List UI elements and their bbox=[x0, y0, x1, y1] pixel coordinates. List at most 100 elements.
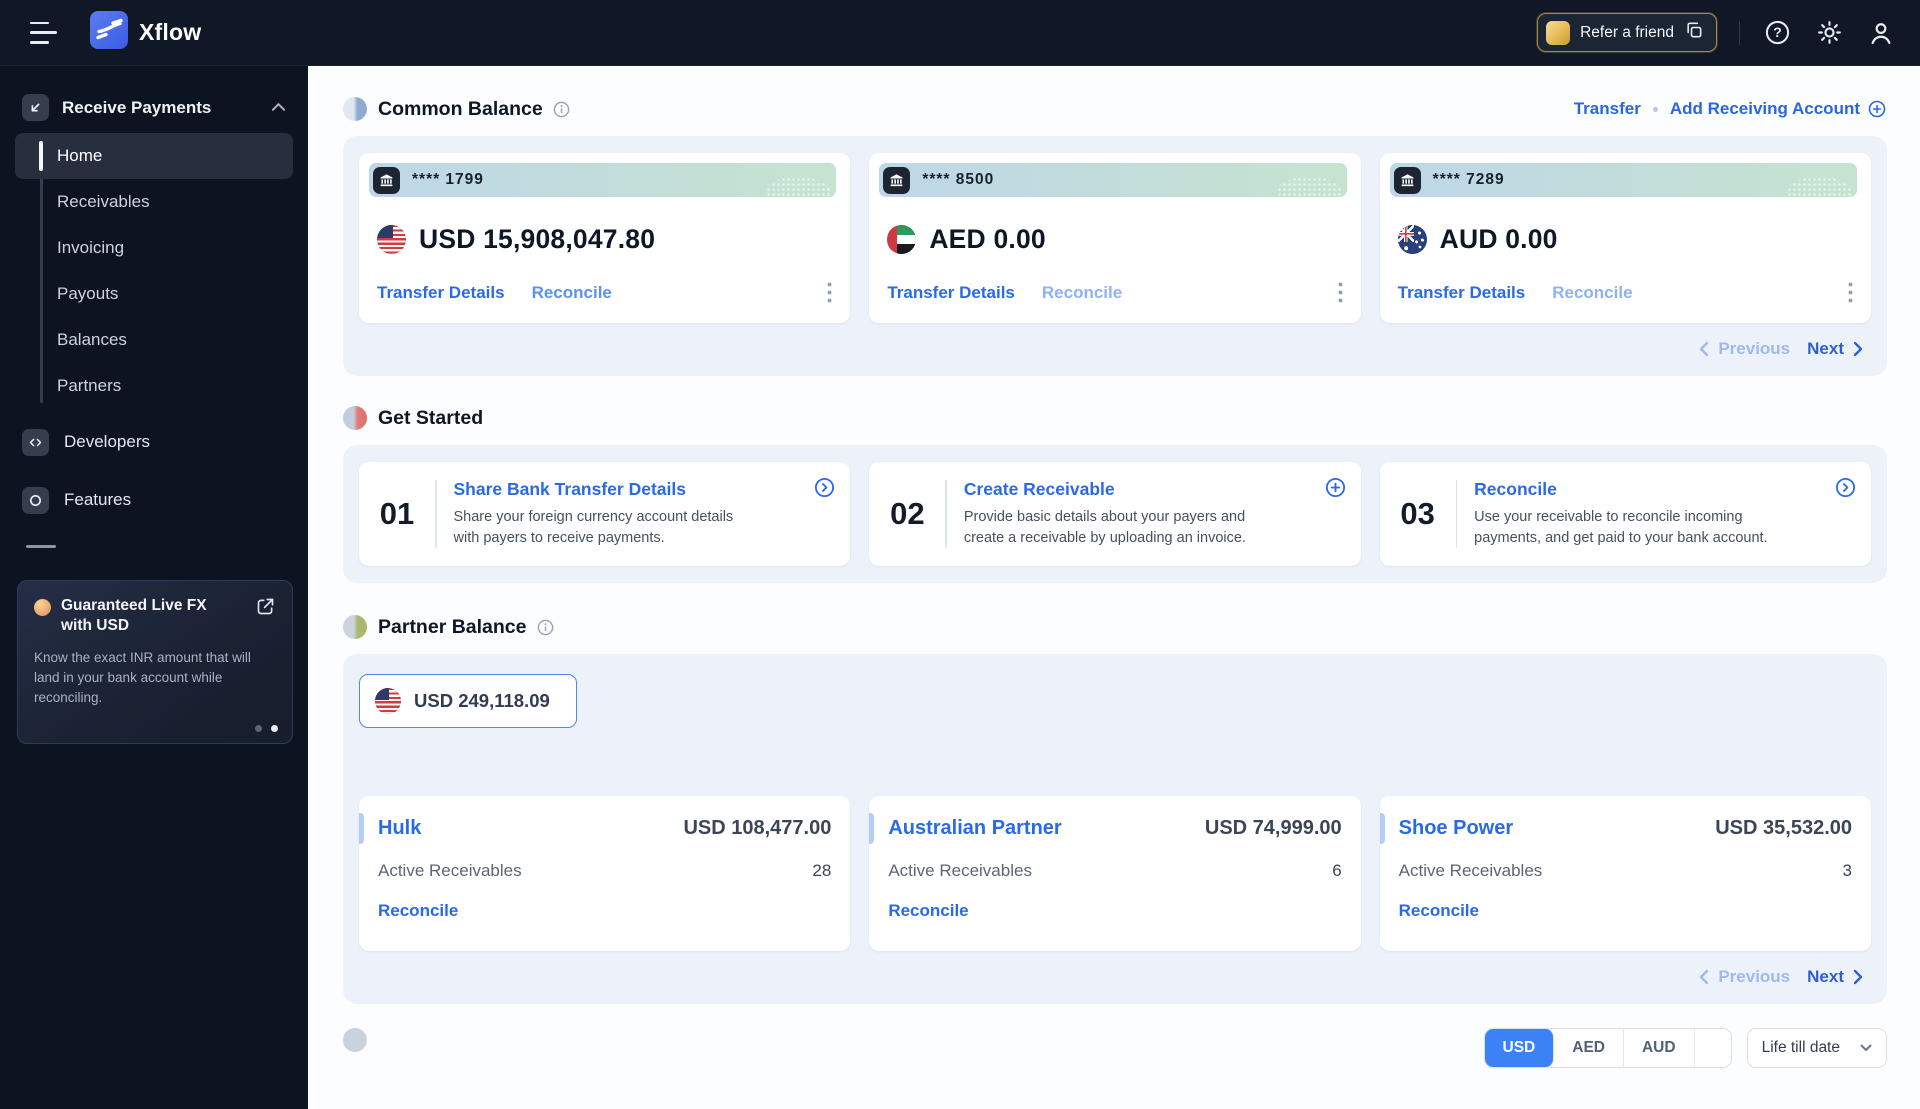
partner-accent-bar bbox=[359, 813, 364, 844]
sidebar-section-receive-payments[interactable]: Receive Payments bbox=[0, 94, 308, 121]
promo-card-guaranteed-fx[interactable]: Guaranteed Live FX with USD Know the exa… bbox=[17, 580, 293, 744]
step-title-link[interactable]: Reconcile bbox=[1474, 479, 1779, 500]
kebab-menu-icon[interactable] bbox=[1338, 282, 1343, 303]
sidebar-item-partners[interactable]: Partners bbox=[15, 363, 293, 409]
date-range-dropdown[interactable]: Life till date bbox=[1746, 1028, 1887, 1068]
au-flag-icon bbox=[1397, 225, 1427, 254]
transfer-link[interactable]: Transfer bbox=[1574, 99, 1641, 119]
partner-amount: USD 74,999.00 bbox=[1204, 817, 1342, 839]
svg-text:?: ? bbox=[1773, 24, 1782, 40]
sidebar-item-balances[interactable]: Balances bbox=[15, 317, 293, 363]
reconcile-link[interactable]: Reconcile bbox=[378, 901, 458, 921]
hamburger-menu-icon[interactable] bbox=[30, 21, 60, 44]
settings-gear-icon[interactable] bbox=[1814, 18, 1844, 48]
reconcile-link[interactable]: Reconcile bbox=[1552, 283, 1632, 303]
brand[interactable]: Xflow bbox=[90, 11, 201, 54]
bank-icon bbox=[1393, 166, 1421, 194]
previous-button[interactable]: Previous bbox=[1699, 967, 1790, 987]
active-receivables-label: Active Receivables bbox=[888, 861, 1032, 880]
sidebar-item-receivables[interactable]: Receivables bbox=[15, 179, 293, 225]
step-title-link[interactable]: Create Receivable bbox=[964, 479, 1269, 500]
promo-body: Know the exact INR amount that will land… bbox=[34, 649, 251, 706]
sidebar-item-developers[interactable]: Developers bbox=[0, 417, 308, 467]
reconcile-link[interactable]: Reconcile bbox=[1042, 283, 1122, 303]
balance-amount: AUD 0.00 bbox=[1439, 224, 1558, 254]
chevron-circle-icon[interactable] bbox=[1834, 476, 1857, 504]
currency-toggle-usd[interactable]: USD bbox=[1484, 1029, 1555, 1067]
currency-toggle-aud[interactable]: AUD bbox=[1624, 1029, 1695, 1067]
sidebar-item-home[interactable]: Home bbox=[15, 133, 293, 179]
sidebar-divider bbox=[26, 545, 56, 548]
refer-a-friend-button[interactable]: Refer a friend bbox=[1537, 13, 1717, 52]
kebab-menu-icon[interactable] bbox=[1848, 282, 1853, 303]
info-icon[interactable] bbox=[536, 618, 555, 637]
chevron-up-icon[interactable] bbox=[271, 99, 286, 117]
previous-button[interactable]: Previous bbox=[1699, 339, 1790, 359]
partner-name-link[interactable]: Hulk bbox=[378, 817, 421, 840]
transfer-details-link[interactable]: Transfer Details bbox=[1398, 283, 1526, 303]
transfer-details-link[interactable]: Transfer Details bbox=[377, 283, 505, 303]
brand-name: Xflow bbox=[139, 19, 202, 45]
partner-name-link[interactable]: Shoe Power bbox=[1399, 817, 1513, 840]
next-button[interactable]: Next bbox=[1807, 339, 1863, 359]
sidebar-item-features[interactable]: Features bbox=[0, 475, 308, 525]
partner-amount: USD 35,532.00 bbox=[1715, 817, 1852, 839]
step-card-create-receivable[interactable]: 02 Create Receivable Provide basic detai… bbox=[869, 462, 1361, 566]
transfer-details-link[interactable]: Transfer Details bbox=[887, 283, 1015, 303]
chevron-down-icon bbox=[1860, 1044, 1872, 1051]
help-icon[interactable]: ? bbox=[1762, 18, 1792, 48]
top-navbar: Xflow Refer a friend ? bbox=[0, 0, 1920, 66]
step-description: Provide basic details about your payers … bbox=[963, 509, 1246, 546]
step-title-link[interactable]: Share Bank Transfer Details bbox=[454, 479, 759, 500]
copy-icon[interactable] bbox=[1684, 20, 1704, 45]
chevron-left-icon bbox=[1700, 969, 1709, 985]
active-receivables-label: Active Receivables bbox=[1398, 861, 1543, 880]
sidebar-item-invoicing[interactable]: Invoicing bbox=[15, 225, 293, 271]
user-profile-icon[interactable] bbox=[1866, 18, 1896, 48]
active-receivables-value: 3 bbox=[1842, 861, 1852, 880]
reconcile-link[interactable]: Reconcile bbox=[532, 283, 612, 303]
balance-amount: AED 0.00 bbox=[929, 224, 1046, 254]
step-number: 02 bbox=[890, 496, 925, 531]
currency-toggle-extra[interactable] bbox=[1695, 1029, 1731, 1067]
plus-circle-icon[interactable] bbox=[1324, 476, 1347, 504]
gift-icon bbox=[1546, 20, 1571, 45]
balance-card-aud: **** 7289 AUD 0.00 Transfer Details Reco… bbox=[1379, 153, 1871, 323]
carousel-dot-active[interactable] bbox=[271, 724, 278, 732]
carousel-dots bbox=[255, 724, 278, 732]
add-receiving-account-label: Add Receiving Account bbox=[1669, 99, 1860, 118]
active-receivables-value: 28 bbox=[812, 861, 832, 880]
masked-account-number: **** 1799 bbox=[412, 171, 484, 188]
add-receiving-account-link[interactable]: Add Receiving Account bbox=[1670, 99, 1887, 119]
info-icon[interactable] bbox=[552, 100, 571, 119]
next-section-row: USD AED AUD Life till date bbox=[343, 1028, 1887, 1068]
next-button[interactable]: Next bbox=[1807, 967, 1863, 987]
circle-icon bbox=[22, 486, 49, 514]
partner-balance-chip[interactable]: USD 249,118.09 bbox=[359, 674, 577, 728]
sidebar-item-payouts[interactable]: Payouts bbox=[15, 271, 293, 317]
reconcile-link[interactable]: Reconcile bbox=[888, 901, 968, 921]
sidebar-item-label: Developers bbox=[64, 432, 150, 451]
sidebar-section-label: Receive Payments bbox=[62, 97, 212, 117]
xflow-logo-icon bbox=[90, 11, 128, 54]
external-link-icon[interactable] bbox=[255, 596, 276, 622]
currency-toggle-aed[interactable]: AED bbox=[1554, 1029, 1624, 1067]
carousel-dot[interactable] bbox=[255, 724, 262, 732]
us-flag-icon bbox=[377, 225, 406, 254]
step-card-share-details[interactable]: 01 Share Bank Transfer Details Share you… bbox=[359, 462, 851, 566]
plus-circle-icon bbox=[1868, 100, 1886, 118]
sidebar-item-label: Features bbox=[64, 490, 132, 509]
chevron-circle-icon[interactable] bbox=[813, 476, 836, 504]
kebab-menu-icon[interactable] bbox=[827, 282, 832, 303]
partner-amount: USD 108,477.00 bbox=[683, 817, 832, 839]
partner-name-link[interactable]: Australian Partner bbox=[888, 817, 1061, 840]
reconcile-link[interactable]: Reconcile bbox=[1399, 901, 1479, 921]
active-receivables-value: 6 bbox=[1332, 861, 1342, 880]
account-strip: **** 1799 bbox=[369, 163, 837, 197]
common-balance-title: Common Balance bbox=[378, 97, 543, 120]
date-range-value: Life till date bbox=[1761, 1039, 1840, 1056]
balance-pagination: Previous Next bbox=[359, 339, 1871, 363]
step-card-reconcile[interactable]: 03 Reconcile Use your receivable to reco… bbox=[1379, 462, 1871, 566]
partner-accent-bar bbox=[869, 813, 875, 844]
masked-account-number: **** 8500 bbox=[922, 171, 995, 188]
